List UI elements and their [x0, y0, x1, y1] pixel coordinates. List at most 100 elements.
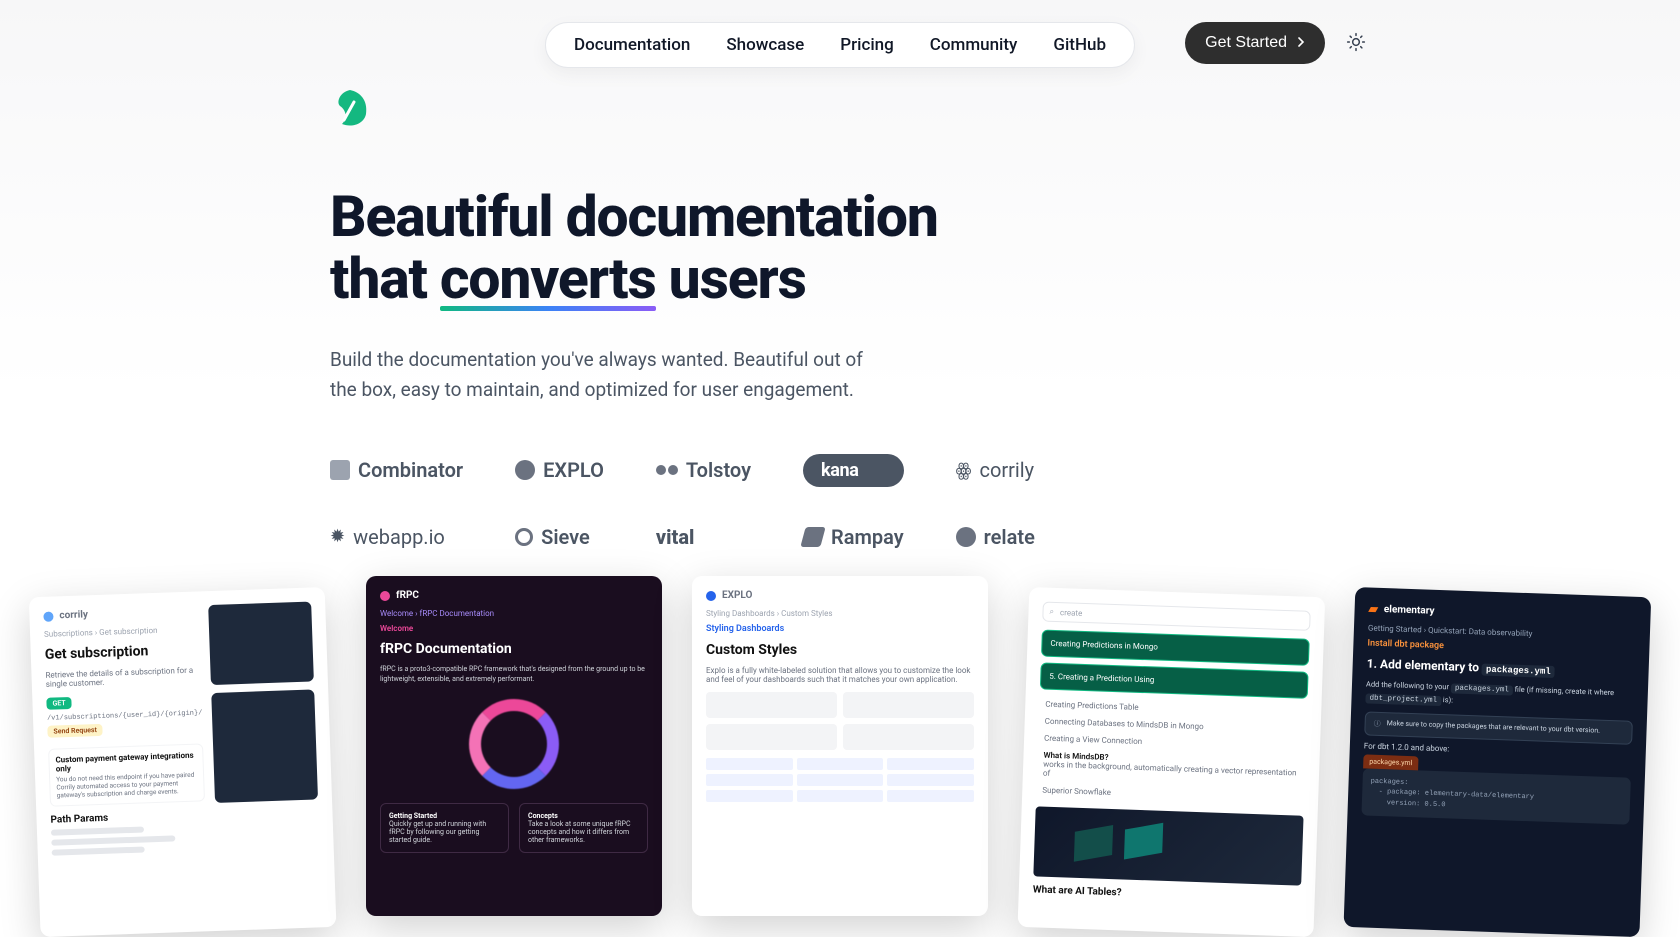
elementary-logo-icon: ▰ [1368, 602, 1378, 616]
ai-tables-illustration [1033, 806, 1303, 885]
hero-line-2b: users [656, 245, 806, 312]
brand-logo-leaf-icon [330, 88, 370, 128]
shot-title: 1. Add elementary to packages.yml [1366, 656, 1634, 679]
search-input: create [1042, 602, 1311, 631]
shot-footer: What are AI Tables? [1033, 884, 1301, 904]
card-title: Concepts [528, 812, 639, 820]
nav-showcase[interactable]: Showcase [726, 35, 804, 55]
logo-corrily: ꙮ corrily [956, 458, 1035, 482]
theme-toggle-button[interactable] [1342, 29, 1370, 57]
sieve-ring-icon [515, 528, 533, 546]
shot-title: fRPC Documentation [380, 641, 648, 657]
logo-rampay: Rampay [803, 525, 904, 549]
logo-vital: vital [656, 525, 751, 549]
logo-label: corrily [979, 458, 1034, 482]
logo-label: Combinator [358, 458, 463, 482]
code-block: packages: - package: elementary-data/ele… [1361, 768, 1630, 825]
webappio-asterisk-icon: ✹ [330, 526, 345, 547]
inline-code: packages.yml [1451, 683, 1513, 695]
logo-label: vital [656, 525, 695, 549]
send-request-badge: Send Request [47, 724, 103, 738]
section-heading: Install dbt package [1367, 638, 1635, 657]
screenshot-explo: EXPLO Styling Dashboards › Custom Styles… [692, 576, 988, 916]
screenshot-frpc: fRPC Welcome › fRPC Documentation Welcom… [366, 576, 662, 916]
result-label: Creating Predictions in Mongo [1050, 639, 1300, 657]
relate-circle-icon [956, 527, 976, 547]
logo-label: Rampay [831, 525, 904, 549]
chevron-right-icon [1297, 34, 1305, 52]
inline-code: packages.yml [1482, 664, 1555, 679]
card-concepts: Concepts Take a look at some unique fRPC… [519, 803, 648, 853]
hero-line-2a: that [330, 245, 440, 312]
shot-crumbs: Subscriptions › Get subscription [44, 624, 200, 638]
top-nav: Documentation Showcase Pricing Community… [545, 22, 1135, 68]
code-filename-tab: packages.yml [1363, 754, 1418, 770]
shot-crumbs: Welcome › fRPC Documentation [380, 609, 648, 618]
screenshot-mindsdb: create Creating Predictions in Mongo 5. … [1018, 587, 1326, 937]
corrily-swirl-icon: ꙮ [956, 460, 972, 481]
code-panel [209, 602, 314, 686]
dashboard-thumb-table [706, 758, 974, 802]
corrily-logo-icon [43, 611, 53, 621]
logo-label: webapp.io [353, 525, 445, 549]
shot-subcategory: Styling Dashboards [706, 624, 974, 634]
info-alert: Make sure to copy the packages that are … [1364, 711, 1633, 744]
endpoint-path: /v1/subscriptions/{user_id}/{origin}/ [47, 709, 203, 722]
shot-brand: elementary [1384, 604, 1435, 617]
logo-explo: EXPLO [515, 458, 604, 482]
nav-pricing[interactable]: Pricing [840, 35, 894, 55]
sun-icon [1346, 32, 1366, 55]
logo-tolstoy: Tolstoy [656, 458, 751, 482]
explo-dot-icon [515, 460, 535, 480]
section-heading: Path Params [50, 809, 206, 825]
shot-brand: EXPLO [722, 590, 752, 601]
hero-underlined-word: converts [440, 248, 656, 310]
frpc-logo-icon [380, 591, 390, 601]
hero-section: Beautiful documentation that converts us… [330, 88, 1230, 549]
result-label: 5. Creating a Prediction Using [1049, 672, 1299, 690]
logo-label: EXPLO [543, 458, 604, 482]
logo-label: kana [821, 460, 859, 481]
logo-relate: relate [956, 525, 1035, 549]
note-body: You do not need this endpoint if you hav… [56, 771, 198, 800]
logo-ycombinator: Combinator [330, 458, 463, 482]
result-highlight: Creating Predictions in Mongo [1041, 629, 1310, 665]
shot-brand: corrily [59, 609, 88, 621]
shot-title: Get subscription [45, 641, 201, 662]
logo-label: Sieve [541, 525, 590, 549]
nav-github[interactable]: GitHub [1053, 35, 1106, 55]
logo-label: relate [984, 525, 1035, 549]
shot-blurb: Explo is a fully white-labeled solution … [706, 666, 974, 684]
get-started-label: Get Started [1205, 34, 1287, 52]
inline-code: dbt_project.yml [1365, 694, 1441, 707]
nav-community[interactable]: Community [930, 35, 1018, 55]
card-body: Take a look at some unique fRPC concepts… [528, 820, 639, 844]
alert-text: Make sure to copy the packages that are … [1387, 719, 1601, 734]
nav-documentation[interactable]: Documentation [574, 35, 690, 55]
card-body: Quickly get up and running with fRPC by … [389, 820, 500, 844]
shot-crumbs: Styling Dashboards › Custom Styles [706, 609, 974, 618]
screenshot-corrily: corrily Subscriptions › Get subscription… [29, 587, 337, 937]
hero-line-1: Beautiful documentation [330, 183, 938, 250]
tolstoy-dots-icon [656, 465, 678, 475]
rampay-slash-icon [800, 527, 825, 547]
customer-logo-grid: Combinator EXPLO Tolstoy kana ꙮ corrily ✹… [330, 454, 1230, 549]
shot-blurb: fRPC is a proto3-compatible RPC framewor… [380, 665, 648, 685]
screenshot-gallery: corrily Subscriptions › Get subscription… [0, 576, 1680, 916]
result-highlight: 5. Creating a Prediction Using [1040, 662, 1309, 698]
note-title: Custom payment gateway integrations only [55, 751, 197, 774]
screenshot-elementary: ▰elementary Getting Started › Quickstart… [1344, 587, 1652, 937]
logo-webappio: ✹ webapp.io [330, 525, 463, 549]
logo-sieve: Sieve [515, 525, 604, 549]
hero-headline: Beautiful documentation that converts us… [330, 186, 1230, 309]
code-panel [212, 689, 318, 803]
get-started-button[interactable]: Get Started [1185, 22, 1325, 64]
shot-brand: fRPC [396, 590, 419, 601]
shot-blurb: Retrieve the details of a subscription f… [45, 665, 201, 688]
dashboard-thumb-grid [706, 692, 974, 750]
shot-title: Custom Styles [706, 642, 974, 658]
shot-blurb: Add the following to your packages.yml f… [1365, 678, 1634, 714]
card-getting-started: Getting Started Quickly get up and runni… [380, 803, 509, 853]
yc-square-icon [330, 460, 350, 480]
search-value: create [1060, 608, 1083, 618]
